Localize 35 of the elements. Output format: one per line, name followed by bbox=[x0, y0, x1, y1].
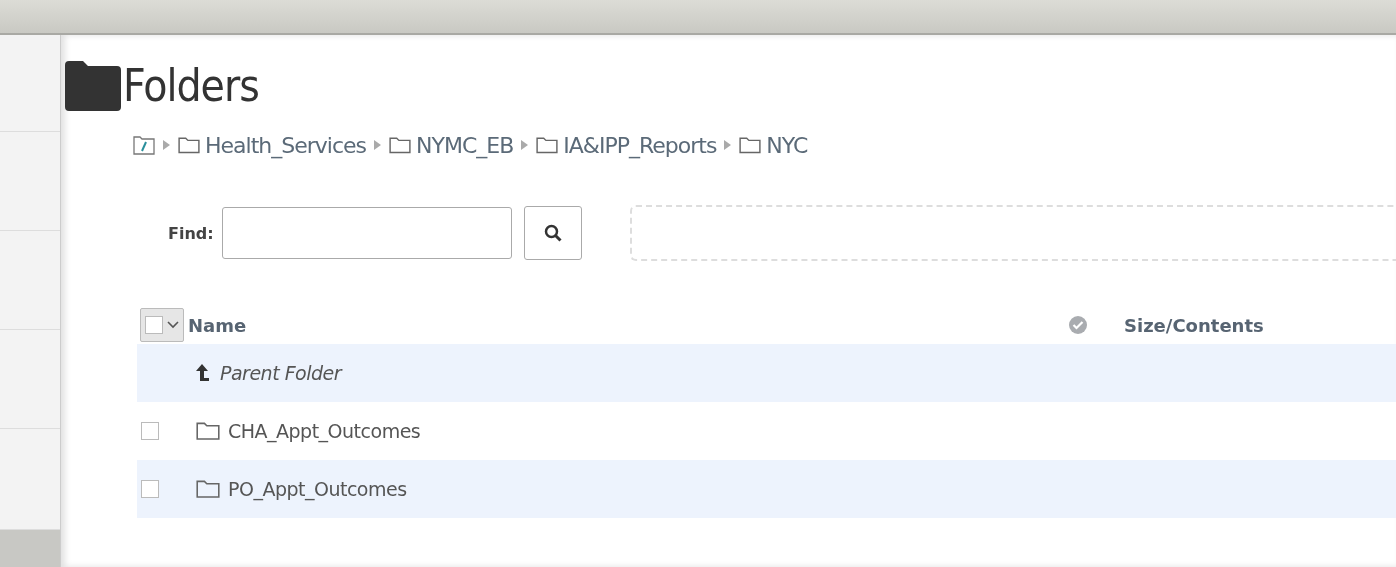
caret-icon bbox=[374, 140, 381, 150]
search-icon bbox=[543, 224, 562, 242]
caret-icon bbox=[163, 140, 170, 150]
caret-icon bbox=[724, 140, 732, 150]
table-row[interactable]: PO_Appt_Outcomes bbox=[137, 460, 1396, 518]
row-checkbox[interactable] bbox=[141, 480, 159, 498]
parent-folder-link[interactable]: Parent Folder bbox=[220, 362, 342, 384]
folder-icon bbox=[65, 59, 121, 111]
breadcrumb-link[interactable]: NYMC_EB bbox=[389, 132, 514, 158]
select-all-dropdown[interactable] bbox=[140, 308, 184, 342]
column-header[interactable]: Name bbox=[188, 314, 1068, 336]
breadcrumb-link[interactable]: NYC bbox=[739, 132, 808, 158]
find-field[interactable] bbox=[221, 207, 512, 259]
caret-icon bbox=[521, 140, 529, 150]
folder-icon bbox=[536, 136, 559, 154]
folder-name[interactable]: CHA_Appt_Outcomes bbox=[228, 420, 421, 442]
check-circle-icon bbox=[1068, 315, 1088, 335]
column-header[interactable]: Size/Contents bbox=[1124, 314, 1264, 336]
folder-name[interactable]: PO_Appt_Outcomes bbox=[228, 478, 407, 500]
folder-icon bbox=[389, 136, 411, 154]
folder-icon bbox=[196, 421, 220, 441]
page-title: Folders bbox=[123, 59, 259, 111]
search-button[interactable] bbox=[523, 206, 582, 260]
table-row[interactable]: Parent Folder bbox=[137, 344, 1396, 402]
up-arrow-icon bbox=[196, 364, 212, 382]
root-folder-icon[interactable] bbox=[133, 135, 155, 155]
find-label: Find: bbox=[168, 223, 214, 243]
breadcrumb-link[interactable]: IA&IPP_Reports bbox=[536, 132, 717, 158]
breadcrumb-link[interactable]: Health_Services bbox=[178, 132, 366, 158]
row-checkbox[interactable] bbox=[141, 422, 159, 440]
folder-icon bbox=[196, 479, 220, 499]
drop-zone[interactable] bbox=[629, 205, 1396, 261]
folder-icon bbox=[178, 136, 200, 154]
folder-icon bbox=[739, 136, 762, 154]
chevron-down-icon bbox=[167, 321, 179, 329]
